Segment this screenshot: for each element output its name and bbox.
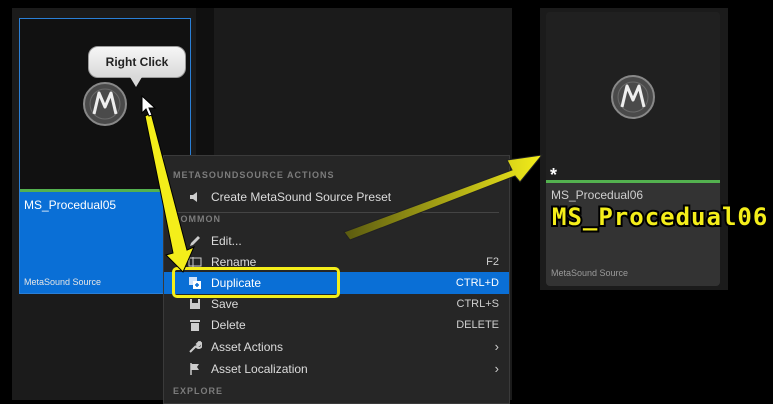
save-icon [190,299,200,309]
menu-item-shortcut: CTRL+S [456,298,500,310]
wrench-icon [189,340,202,353]
asset-name: MS_Procedual06 [551,188,644,202]
menu-item-shortcut: DELETE [456,319,499,331]
callout-tail [130,77,142,87]
menu-item-label: Edit... [211,234,242,248]
mouse-cursor-icon [141,95,157,117]
asset-info: MS_Procedual06 MetaSound Source [546,183,720,286]
pencil-icon [190,236,200,246]
unsaved-marker: * [550,165,558,185]
duplicate-highlight-box [172,267,340,298]
submenu-arrow-icon: › [494,361,499,376]
annotation-new-name: MS_Procedual06 [550,201,769,233]
asset-tile-ms-procedual06[interactable]: MS_Procedual06 MetaSound Source [546,12,720,286]
section-header-common: COMMON [173,214,221,224]
menu-item-shortcut: CTRL+D [455,277,499,289]
asset-type-label: MetaSound Source [24,277,102,287]
menu-item-label: Asset Localization [211,362,308,376]
submenu-arrow-icon: › [494,339,499,354]
speaker-icon [190,192,197,202]
metasound-logo-icon [611,75,655,119]
menu-item-label: Save [211,297,239,311]
section-header-metasound: METASOUNDSOURCE ACTIONS [173,170,335,180]
menu-separator [173,212,499,213]
section-header-explore: EXPLORE [173,386,224,396]
menu-item-edit[interactable]: Edit... [164,230,509,252]
asset-name: MS_Procedual05 [24,198,117,212]
trash-icon [190,320,200,331]
metasound-logo-icon [83,82,127,126]
menu-item-asset-actions[interactable]: Asset Actions › [164,336,509,358]
menu-item-label: Delete [211,318,246,332]
menu-item-asset-localization[interactable]: Asset Localization › [164,358,509,380]
right-click-callout: Right Click [88,46,186,78]
menu-item-delete[interactable]: Delete DELETE [164,314,509,336]
flag-icon [190,363,199,375]
menu-item-shortcut: F2 [486,256,499,268]
menu-item-label: Create MetaSound Source Preset [211,190,392,204]
menu-item-create-preset[interactable]: Create MetaSound Source Preset [164,186,509,208]
asset-thumbnail [546,12,720,180]
menu-item-label: Asset Actions [211,340,284,354]
asset-type-label: MetaSound Source [551,268,629,278]
